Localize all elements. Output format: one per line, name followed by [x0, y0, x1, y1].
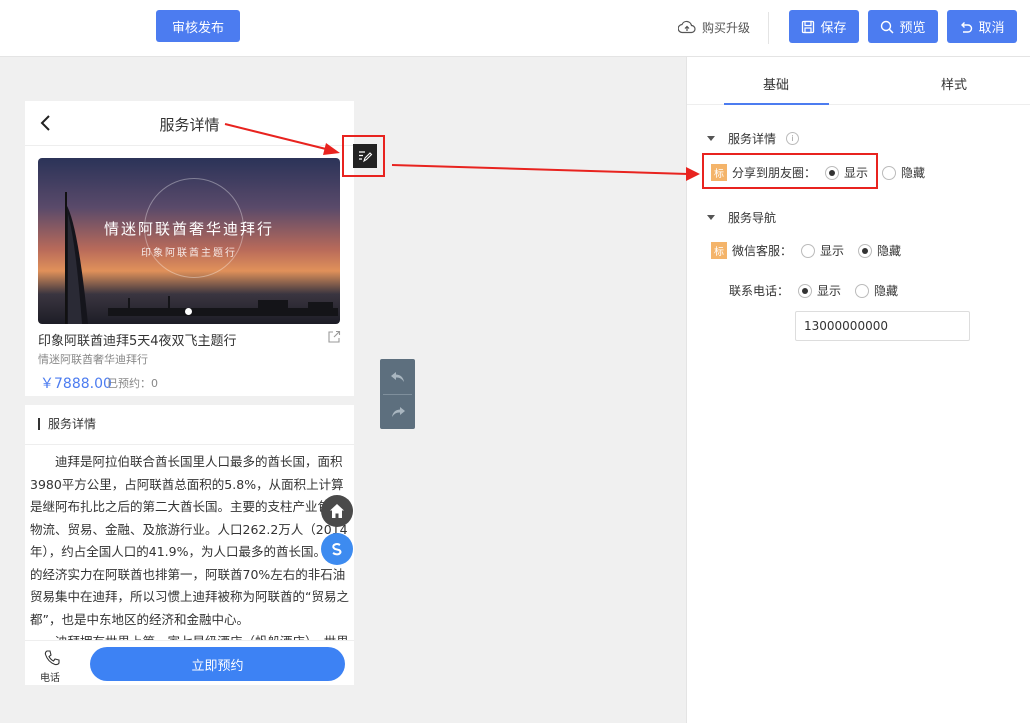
active-tab-indicator: [724, 103, 829, 105]
save-icon: [802, 20, 815, 33]
cloud-upload-icon: [678, 20, 696, 34]
booked-count: 已预约：0: [107, 377, 158, 390]
redo-arrow-icon: [391, 406, 405, 417]
highlight-box-share: [702, 153, 878, 189]
product-price: ￥7888.00: [40, 376, 112, 392]
service-logo-icon: [332, 543, 342, 556]
settings-tabs: 基础 样式: [687, 57, 1030, 105]
phone-icon[interactable]: [43, 649, 61, 667]
group-service-detail[interactable]: 服务详情 i: [707, 130, 800, 147]
audit-publish-button[interactable]: 审核发布: [156, 10, 240, 42]
cancel-button[interactable]: 取消: [947, 10, 1017, 43]
phone-show-radio[interactable]: [798, 283, 813, 298]
undo-redo-panel: [380, 359, 415, 429]
wechat-show-radio[interactable]: [801, 243, 816, 258]
tab-style[interactable]: 样式: [941, 74, 967, 93]
preview-label: 预览: [899, 21, 926, 36]
contact-phone-row: 联系电话： 显示 隐藏: [729, 282, 898, 299]
wechat-service-row: 标 微信客服： 显示 隐藏: [711, 242, 901, 259]
wechat-show-label[interactable]: 显示: [820, 242, 844, 259]
service-float-button[interactable]: [321, 533, 353, 565]
home-icon: [330, 504, 344, 518]
phone-bottom-bar: 电话 立即预约: [25, 640, 354, 685]
wechat-hide-radio[interactable]: [858, 243, 873, 258]
banner-subtitle: 印象阿联酋主题行: [141, 248, 237, 259]
toolbar-divider: [768, 12, 769, 44]
contact-phone-input[interactable]: 13000000000: [795, 311, 970, 341]
banner-image[interactable]: 情迷阿联酋奢华迪拜行 印象阿联酋主题行: [38, 158, 340, 324]
harbor-silhouette: [108, 296, 338, 316]
group-title: 服务导航: [728, 211, 777, 225]
save-label: 保存: [820, 21, 847, 36]
phone-hide-label[interactable]: 隐藏: [874, 282, 898, 299]
top-toolbar: 审核发布 购买升级 保存 预览 取消: [0, 0, 1030, 57]
product-name: 印象阿联酋迪拜5天4夜双飞主题行: [38, 334, 237, 349]
phone-show-label[interactable]: 显示: [817, 282, 841, 299]
phone-label: 联系电话：: [729, 284, 790, 298]
redo-button[interactable]: [380, 394, 415, 429]
collapse-triangle-icon: [707, 136, 715, 141]
preview-button[interactable]: 预览: [868, 10, 938, 43]
section-divider: [25, 444, 354, 445]
section-title: 服务详情: [38, 418, 96, 430]
tag-badge: 标: [711, 242, 727, 259]
wechat-label: 微信客服：: [732, 244, 793, 258]
search-icon: [881, 20, 895, 34]
highlight-box-edit: [342, 135, 385, 177]
share-icon[interactable]: [327, 330, 341, 344]
book-now-button[interactable]: 立即预约: [90, 647, 345, 681]
call-label[interactable]: 电话: [40, 669, 60, 684]
phone-hide-radio[interactable]: [855, 283, 870, 298]
arrow-edit-to-share: [391, 164, 700, 181]
tab-basic[interactable]: 基础: [763, 74, 789, 93]
section-gap: [25, 396, 354, 405]
cancel-label: 取消: [978, 21, 1005, 36]
info-icon[interactable]: i: [786, 132, 800, 145]
banner-title: 情迷阿联酋奢华迪拜行: [103, 220, 274, 238]
article-paragraph-1: 迪拜是阿拉伯联合酋长国里人口最多的酋长国，面积3980平方公里，占阿联酋总面积的…: [30, 454, 351, 627]
product-subtitle: 情迷阿联酋奢华迪拜行: [38, 353, 148, 366]
share-hide-label[interactable]: 隐藏: [901, 164, 925, 181]
undo-arrow-icon: [390, 371, 404, 382]
wechat-hide-label[interactable]: 隐藏: [877, 242, 901, 259]
carousel-dot[interactable]: [185, 308, 192, 315]
group-service-nav[interactable]: 服务导航: [707, 209, 776, 226]
phone-header: 服务详情: [25, 101, 354, 146]
share-hide-radio[interactable]: [882, 165, 897, 180]
home-float-button[interactable]: [321, 495, 353, 527]
upgrade-label: 购买升级: [702, 20, 751, 35]
phone-preview[interactable]: 服务详情 情迷阿联酋奢华迪拜行 印象阿联酋主题行 印象阿联酋迪拜5天4夜双飞主题…: [25, 101, 354, 685]
upgrade-link[interactable]: 购买升级: [678, 16, 750, 38]
save-button[interactable]: 保存: [789, 10, 859, 43]
undo-icon: [961, 21, 973, 33]
undo-button[interactable]: [380, 359, 415, 394]
group-title: 服务详情: [728, 132, 777, 146]
collapse-triangle-icon: [707, 215, 715, 220]
phone-page-title: 服务详情: [159, 116, 220, 134]
